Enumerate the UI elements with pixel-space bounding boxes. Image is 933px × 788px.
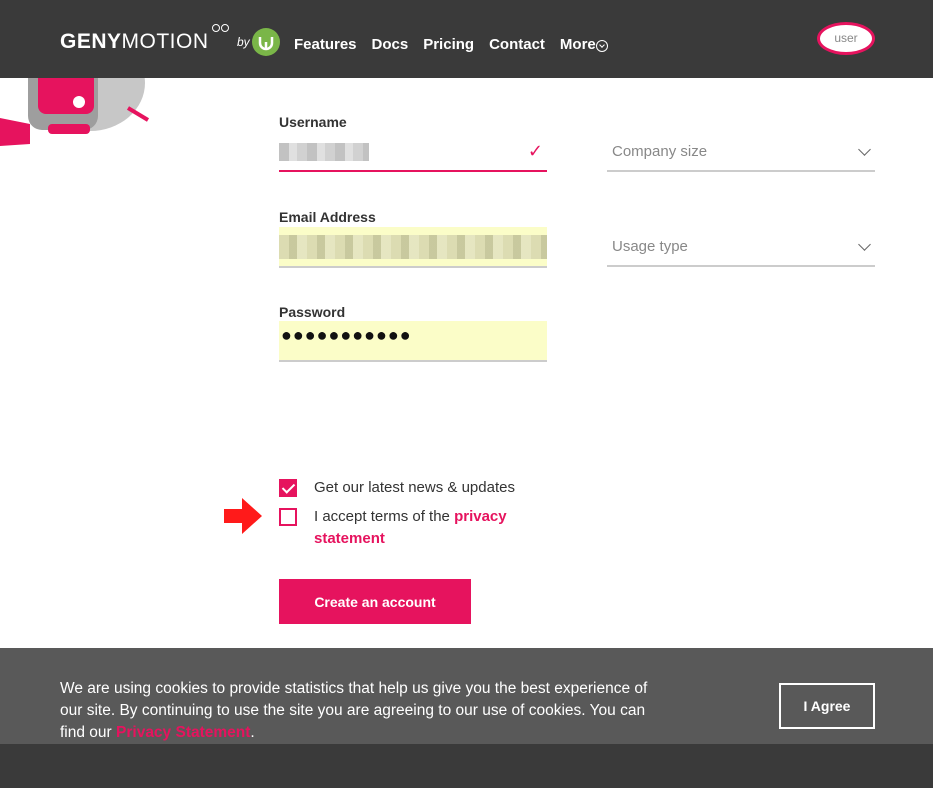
email-value-redacted: [279, 235, 547, 259]
page-footer: [0, 744, 933, 788]
nav-contact[interactable]: Contact: [489, 36, 545, 53]
create-account-button[interactable]: Create an account: [279, 579, 471, 624]
red-arrow-icon: [224, 498, 262, 539]
username-label: Username: [279, 114, 347, 130]
password-value: ●●●●●●●●●●●: [281, 325, 412, 345]
terms-label: I accept terms of the privacy statement: [314, 506, 544, 550]
chevron-down-icon: [858, 238, 871, 251]
top-header: GENYMOTION by Features Docs Pricing Cont…: [0, 0, 933, 78]
chevron-down-icon: [858, 143, 871, 156]
newsletter-checkbox[interactable]: [279, 479, 297, 497]
password-input[interactable]: ●●●●●●●●●●●: [279, 321, 547, 362]
user-avatar[interactable]: user: [817, 22, 875, 55]
nav-more[interactable]: More: [560, 36, 596, 53]
genymotion-logo[interactable]: GENYMOTION: [60, 30, 209, 54]
by-label: by: [237, 35, 250, 49]
valid-check-icon: ✓: [527, 141, 543, 161]
chevron-down-icon[interactable]: [596, 40, 608, 52]
email-input[interactable]: [279, 227, 547, 268]
newsletter-label: Get our latest news & updates: [314, 479, 515, 496]
password-label: Password: [279, 304, 346, 320]
nav-docs[interactable]: Docs: [372, 36, 409, 53]
nav-pricing[interactable]: Pricing: [423, 36, 474, 53]
cookie-message: We are using cookies to provide statisti…: [60, 678, 660, 744]
username-input[interactable]: ✓: [279, 131, 547, 172]
terms-checkbox[interactable]: [279, 508, 297, 526]
mascot-illustration: [0, 78, 150, 150]
email-label: Email Address: [279, 209, 376, 225]
username-value-redacted: [279, 143, 369, 161]
logo-circles-icon: [212, 19, 230, 37]
company-size-placeholder: Company size: [612, 143, 708, 160]
nav-features[interactable]: Features: [294, 36, 357, 53]
cookie-message-suffix: .: [250, 724, 255, 741]
usage-type-placeholder: Usage type: [612, 238, 688, 255]
agree-button[interactable]: I Agree: [779, 683, 875, 729]
avatar-alt-text: user: [834, 31, 858, 45]
genymobile-logo-icon[interactable]: [252, 28, 280, 56]
cookie-banner: We are using cookies to provide statisti…: [0, 648, 933, 744]
company-size-select[interactable]: Company size: [607, 131, 875, 172]
terms-prefix: I accept terms of the: [314, 508, 455, 525]
main-nav: Features Docs Pricing Contact More: [294, 36, 611, 53]
cookie-privacy-link[interactable]: Privacy Statement: [116, 724, 250, 741]
usage-type-select[interactable]: Usage type: [607, 226, 875, 267]
